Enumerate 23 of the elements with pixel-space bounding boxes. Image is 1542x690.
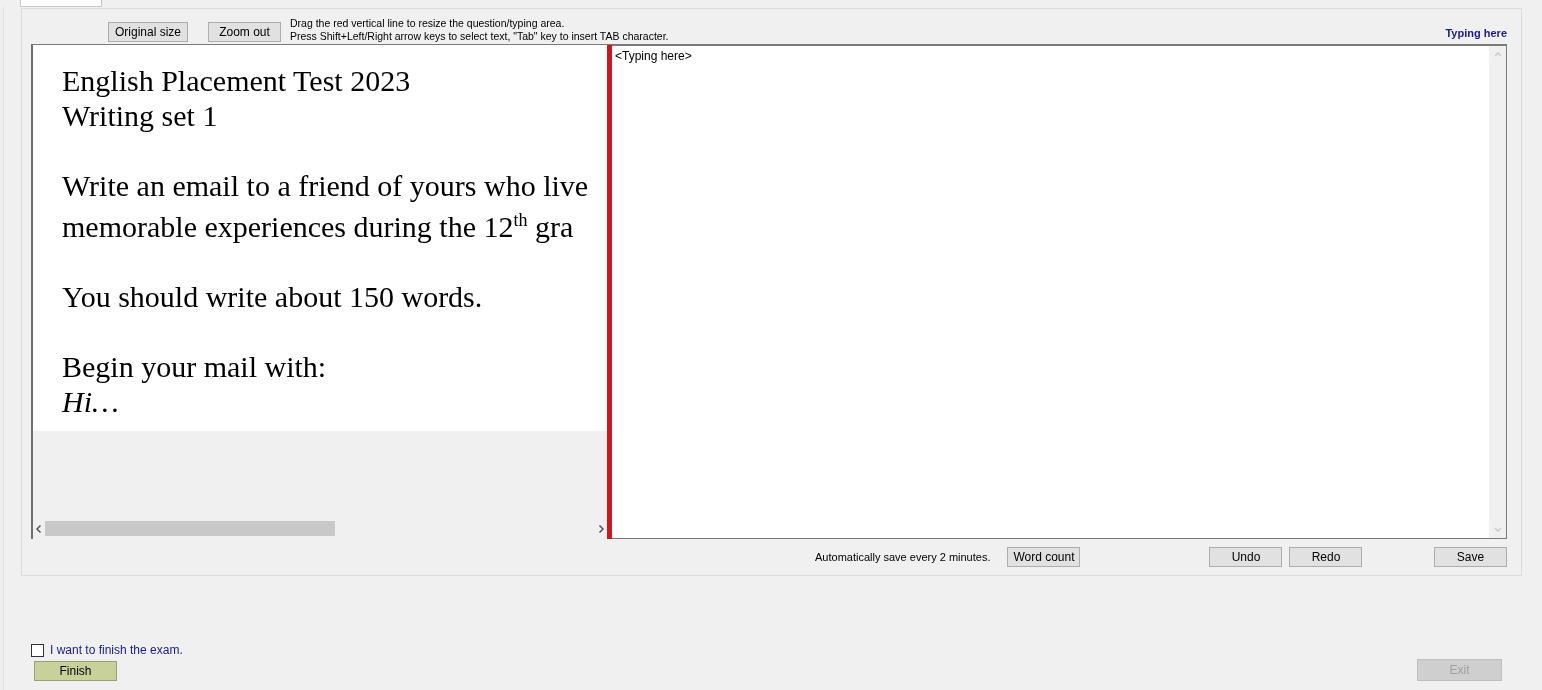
hint-text: Press Shift+Left/Right arrow keys to select text, "Tab" key to insert TAB character. [290,29,669,42]
question-text: You should write about 150 words. [62,279,483,314]
checkbox-label: I want to finish the exam. [50,643,183,657]
zoom-out-button[interactable]: Zoom out [208,22,281,42]
finish-checkbox[interactable] [31,643,44,657]
mode-label: Typing here [1445,27,1507,39]
action-button[interactable]: Undo [1209,547,1283,567]
question-text: Begin your mail with: [62,349,327,384]
action-button[interactable]: Redo [1289,547,1363,567]
question-text: English Placement Test 2023 [62,63,411,98]
question-text: memorable experiences during the 12$^{th}$ gra [62,209,574,244]
original-size-button[interactable]: Original size [108,22,188,42]
hint-text: Drag the red vertical line to resize the question/typing area. [290,17,566,30]
question-text: Writing set 1 [62,98,218,133]
question-text: Write an email to a friend of yours who live [62,168,589,203]
question-text: Hi… [62,384,119,419]
action-button[interactable]: Save [1434,547,1507,567]
action-button[interactable]: Word count [1007,547,1081,567]
vertical-scrollbar[interactable] [1489,46,1506,538]
answer-field[interactable]: <Typing here> [612,45,1507,539]
finish-button[interactable]: Finish [34,661,117,681]
horizontal-scrollbar[interactable] [33,520,607,537]
autosave-note: Automatically save every 2 minutes. [815,551,991,563]
